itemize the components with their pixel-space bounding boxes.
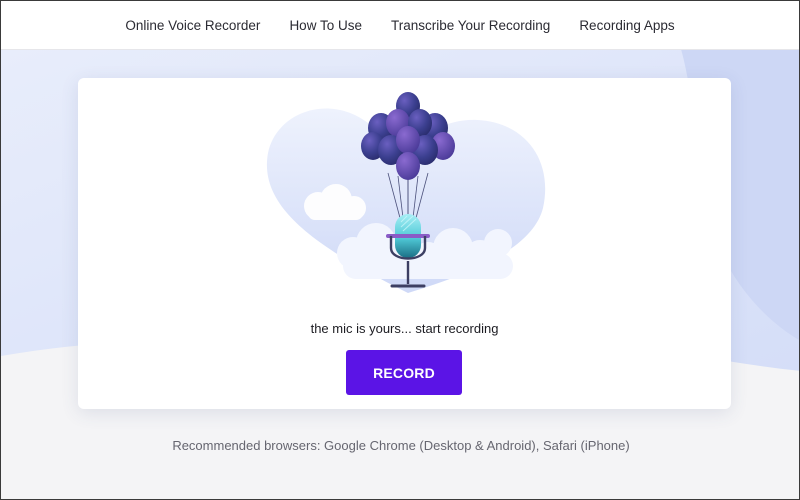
recorder-card: the mic is yours... start recording RECO… — [78, 78, 731, 409]
recorder-tagline: the mic is yours... start recording — [310, 321, 499, 336]
nav-how-to-use[interactable]: How To Use — [289, 18, 362, 33]
recommended-browsers-note: Recommended browsers: Google Chrome (Des… — [172, 438, 630, 453]
mic-balloons-illustration — [266, 92, 546, 293]
record-button[interactable]: RECORD — [346, 350, 462, 395]
top-nav: Online Voice Recorder How To Use Transcr… — [1, 1, 799, 50]
page: Online Voice Recorder How To Use Transcr… — [0, 0, 800, 500]
nav-transcribe-your-recording[interactable]: Transcribe Your Recording — [391, 18, 550, 33]
nav-online-voice-recorder[interactable]: Online Voice Recorder — [125, 18, 260, 33]
nav-recording-apps[interactable]: Recording Apps — [579, 18, 674, 33]
